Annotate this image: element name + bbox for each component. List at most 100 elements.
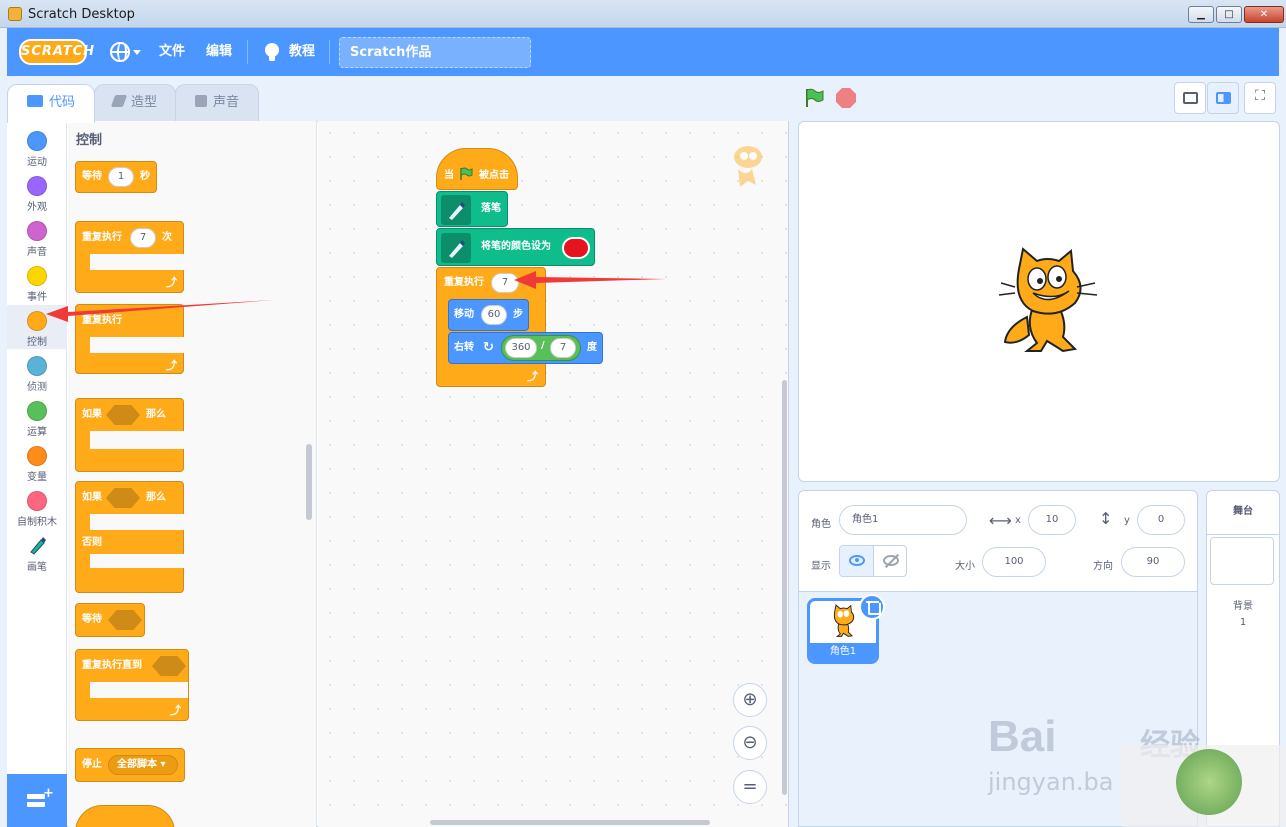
block-wait-until[interactable]: 等待 <box>75 603 145 637</box>
category-motion[interactable]: 运动 <box>7 125 67 169</box>
divide-operator-block[interactable]: 360 / 7 <box>501 335 581 361</box>
block-if-then-else[interactable]: 如果 那么 否则 <box>75 481 184 593</box>
block-move-steps[interactable]: 移动 60 步 <box>448 299 529 331</box>
tab-sounds[interactable]: 声音 <box>175 84 259 122</box>
plus-icon: + <box>43 786 54 801</box>
boolean-slot[interactable] <box>106 405 140 425</box>
fullscreen-button[interactable]: ⛶ <box>1244 82 1276 114</box>
sprite-name-input[interactable]: 角色1 <box>839 505 967 535</box>
close-button[interactable]: ✕ <box>1244 6 1284 23</box>
category-sound[interactable]: 声音 <box>7 215 67 259</box>
stage-thumbnail[interactable] <box>1210 537 1274 585</box>
block-when-flag-clicked[interactable]: 当 被点击 <box>436 148 518 190</box>
category-label: 侦测 <box>27 382 47 393</box>
block-number-input[interactable]: 1 <box>108 167 134 187</box>
category-variables[interactable]: 变量 <box>7 440 67 484</box>
pen-icon <box>441 233 471 263</box>
fullscreen-icon: ⛶ <box>1255 88 1265 104</box>
sprite-watermark-icon <box>734 146 762 187</box>
x-position-input[interactable]: 10 <box>1028 505 1076 535</box>
file-menu[interactable]: 文件 <box>159 28 185 76</box>
tab-costumes[interactable]: 造型 <box>94 84 176 122</box>
normal-stage-icon <box>1216 92 1231 104</box>
c-block-mouth <box>90 254 184 270</box>
category-looks[interactable]: 外观 <box>7 170 67 214</box>
category-dot <box>27 176 47 196</box>
boolean-slot[interactable] <box>106 488 140 508</box>
block-if-then[interactable]: 如果 那么 <box>75 398 184 472</box>
script-area-vertical-scrollbar[interactable] <box>782 380 787 795</box>
block-label: 次 <box>162 232 172 243</box>
small-stage-button[interactable] <box>1174 82 1206 114</box>
speaker-icon <box>194 95 207 107</box>
category-sensing[interactable]: 侦测 <box>7 350 67 394</box>
globe-icon[interactable] <box>110 42 130 62</box>
cat-sprite-icon <box>833 604 855 637</box>
boolean-slot[interactable] <box>108 610 142 630</box>
category-dot <box>27 131 47 151</box>
block-wait[interactable]: 等待 1 秒 <box>75 161 157 193</box>
category-label: 变量 <box>27 472 47 483</box>
category-my-blocks[interactable]: 自制积木 <box>7 485 67 529</box>
baidu-url-watermark: jingyan.ba <box>988 768 1114 796</box>
direction-label: 方向 <box>1093 561 1113 572</box>
boolean-slot[interactable] <box>152 656 186 676</box>
x-arrows-icon: ⟷ <box>989 511 1012 530</box>
stop-option-dropdown[interactable]: 全部脚本 ▾ <box>108 755 178 775</box>
category-pen[interactable]: 画笔 <box>7 530 67 574</box>
eye-icon <box>849 555 865 566</box>
show-label: 显示 <box>811 561 831 572</box>
block-stop[interactable]: 停止 全部脚本 ▾ <box>75 748 185 782</box>
size-input[interactable]: 100 <box>982 547 1046 577</box>
category-label: 运动 <box>27 157 47 168</box>
show-sprite-button[interactable] <box>840 546 874 576</box>
block-number-input[interactable]: 7 <box>130 228 156 248</box>
tab-code[interactable]: 代码 <box>7 84 95 123</box>
block-set-pen-color[interactable]: 将笔的颜色设为 <box>436 228 595 266</box>
edit-menu[interactable]: 编辑 <box>206 28 232 76</box>
block-label: 停止 <box>82 759 102 770</box>
script-area[interactable] <box>318 121 788 827</box>
category-dot <box>27 401 47 421</box>
direction-input[interactable]: 90 <box>1121 547 1185 577</box>
category-operators[interactable]: 运算 <box>7 395 67 439</box>
zoom-reset-button[interactable]: = <box>733 770 767 804</box>
minimize-button[interactable]: ▁ <box>1188 6 1214 23</box>
block-repeat[interactable]: 重复执行 7 次 ⤴ <box>75 221 184 293</box>
c-block-mouth <box>90 514 184 530</box>
palette-scrollbar[interactable] <box>306 444 312 520</box>
lightbulb-icon[interactable] <box>265 43 279 61</box>
category-label: 声音 <box>27 247 47 258</box>
block-label: 度 <box>587 342 597 353</box>
delete-sprite-button[interactable] <box>859 594 885 620</box>
scratch-logo[interactable]: SCRATCH <box>19 39 94 65</box>
add-extension-button[interactable]: + <box>7 774 67 827</box>
tutorials-menu[interactable]: 教程 <box>289 28 315 76</box>
block-repeat-until[interactable]: 重复执行直到 ⤴ <box>75 649 189 721</box>
zoom-in-button[interactable]: ⊕ <box>733 683 767 717</box>
y-position-input[interactable]: 0 <box>1137 505 1185 535</box>
size-label: 大小 <box>955 561 975 572</box>
project-title-input[interactable]: Scratch作品 <box>339 37 531 68</box>
extension-icon <box>27 802 45 807</box>
zoom-out-button[interactable]: ⊖ <box>733 726 767 760</box>
green-flag-button[interactable] <box>804 88 824 108</box>
block-hat-partial[interactable] <box>75 805 175 827</box>
tab-code-label: 代码 <box>48 95 75 110</box>
block-turn-right[interactable]: 右转 ↻ 360 / 7 度 <box>448 332 603 364</box>
block-label: 那么 <box>146 492 166 503</box>
stage-canvas[interactable] <box>798 121 1280 482</box>
stop-button[interactable] <box>836 88 856 108</box>
block-pen-down[interactable]: 落笔 <box>436 191 508 227</box>
block-number-input[interactable]: 360 <box>505 338 537 358</box>
block-number-input[interactable]: 60 <box>481 305 507 325</box>
pen-color-picker[interactable] <box>562 237 590 259</box>
green-flag-icon <box>460 167 473 180</box>
block-number-input[interactable]: 7 <box>550 338 576 358</box>
chevron-down-icon[interactable] <box>133 50 141 55</box>
c-block-mouth <box>90 554 184 568</box>
script-area-horizontal-scrollbar[interactable] <box>430 820 710 825</box>
normal-stage-button[interactable] <box>1207 82 1239 114</box>
eye-off-icon[interactable] <box>883 555 899 566</box>
maximize-button[interactable]: □ <box>1216 6 1242 23</box>
